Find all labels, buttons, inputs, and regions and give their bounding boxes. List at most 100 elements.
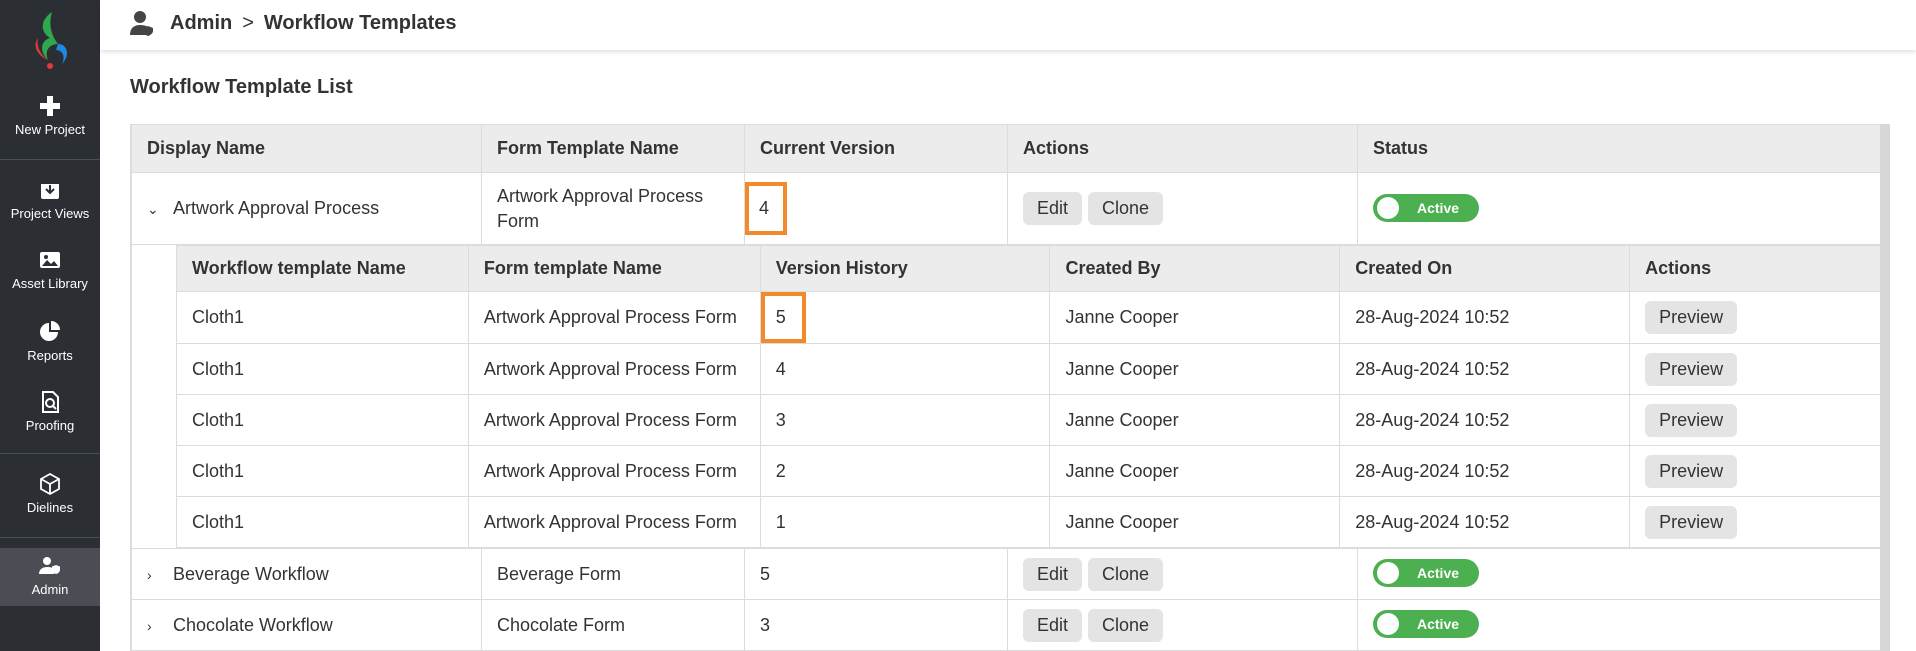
history-column-created-by[interactable]: Created By: [1049, 245, 1341, 292]
user-shield-icon: [39, 557, 60, 574]
plus-icon: [40, 96, 60, 116]
chevron-right-icon[interactable]: ›: [147, 567, 161, 583]
history-column-actions: Actions: [1629, 245, 1882, 292]
status-label: Active: [1417, 565, 1460, 581]
nav-admin[interactable]: Admin: [0, 548, 100, 606]
version-history-container: Workflow template Name Form template Nam…: [131, 244, 1882, 549]
history-form: Artwork Approval Process Form: [467, 496, 761, 548]
history-version: 3: [759, 394, 1051, 446]
edit-button[interactable]: Edit: [1023, 192, 1083, 225]
actions-cell: Edit Clone: [1007, 548, 1358, 600]
chevron-right-icon[interactable]: ›: [147, 618, 161, 634]
breadcrumb: Admin > Workflow Templates: [170, 12, 457, 35]
history-form: Artwork Approval Process Form: [467, 394, 761, 446]
column-header-display-name[interactable]: Display Name: [131, 124, 482, 173]
history-actions-cell: Preview: [1629, 445, 1882, 497]
nav-dielines[interactable]: Dielines: [0, 472, 100, 515]
nav-label: Asset Library: [12, 276, 88, 291]
clone-button[interactable]: Clone: [1088, 557, 1164, 591]
status-cell: Active: [1357, 548, 1882, 600]
vertical-scrollbar[interactable]: [1880, 124, 1890, 651]
history-form: Artwork Approval Process Form: [467, 291, 761, 344]
clone-button[interactable]: Clone: [1088, 192, 1164, 225]
chevron-down-icon[interactable]: ⌄: [147, 201, 161, 218]
column-header-form-template-name[interactable]: Form Template Name: [481, 124, 745, 173]
version-history-row: Workflow template Name Form template Nam…: [131, 244, 1882, 549]
history-column-form-template-name[interactable]: Form template Name: [467, 245, 761, 292]
nav-proofing[interactable]: Proofing: [0, 390, 100, 433]
history-version: 2: [759, 445, 1051, 497]
status-toggle[interactable]: Active: [1373, 559, 1479, 587]
workflow-template-table: Display Name Form Template Name Current …: [130, 124, 1890, 651]
edit-button[interactable]: Edit: [1023, 608, 1083, 642]
nav-divider: [0, 159, 100, 160]
status-cell: Active: [1357, 599, 1882, 651]
nav-label: Proofing: [25, 418, 75, 433]
preview-button[interactable]: Preview: [1645, 454, 1738, 488]
nav-label: Dielines: [26, 500, 74, 515]
toggle-knob: [1377, 196, 1399, 219]
history-form: Artwork Approval Process Form: [467, 343, 761, 395]
form-template-name: Beverage Form: [481, 548, 745, 600]
display-name: Chocolate Workflow: [173, 614, 333, 635]
history-created-by: Janne Cooper: [1049, 445, 1341, 497]
history-form: Artwork Approval Process Form: [467, 445, 761, 497]
preview-button[interactable]: Preview: [1645, 352, 1738, 386]
current-version-cell: 4: [744, 172, 1008, 245]
history-column-workflow-template-name[interactable]: Workflow template Name: [176, 245, 469, 292]
history-created-on: 28-Aug-2024 10:52: [1339, 343, 1631, 395]
display-name-cell: › Chocolate Workflow: [131, 599, 482, 651]
column-header-actions: Actions: [1007, 124, 1358, 173]
preview-button[interactable]: Preview: [1645, 403, 1738, 437]
breadcrumb-root[interactable]: Admin: [170, 12, 232, 34]
history-column-version-history[interactable]: Version History: [759, 245, 1051, 292]
history-created-by: Janne Cooper: [1049, 496, 1341, 548]
history-workflow: Cloth1: [176, 291, 469, 344]
history-workflow: Cloth1: [176, 343, 469, 395]
edit-button[interactable]: Edit: [1023, 557, 1083, 591]
breadcrumb-current: Workflow Templates: [263, 12, 457, 34]
history-created-on: 28-Aug-2024 10:52: [1339, 394, 1631, 446]
history-created-on: 28-Aug-2024 10:52: [1339, 291, 1631, 344]
column-header-status[interactable]: Status: [1357, 124, 1882, 173]
clone-button[interactable]: Clone: [1088, 608, 1164, 642]
history-version-highlighted: 5: [760, 292, 806, 343]
form-template-cell: Artwork Approval Process Form: [481, 172, 745, 245]
top-header: Admin > Workflow Templates: [100, 0, 1916, 50]
history-version: 4: [759, 343, 1051, 395]
toggle-knob: [1377, 562, 1399, 584]
box-icon: [40, 472, 60, 496]
preview-button[interactable]: Preview: [1645, 301, 1738, 334]
current-version: 3: [744, 599, 1008, 651]
display-name: Artwork Approval Process: [173, 198, 380, 218]
history-workflow: Cloth1: [176, 496, 469, 548]
history-row: Cloth1 Artwork Approval Process Form 1 J…: [176, 496, 1882, 548]
history-row: Cloth1 Artwork Approval Process Form 2 J…: [176, 445, 1882, 497]
nav-label: Reports: [27, 348, 73, 363]
nav-divider: [0, 537, 100, 538]
nav-label: Admin: [31, 582, 69, 597]
preview-button[interactable]: Preview: [1645, 505, 1738, 539]
nav-project-views[interactable]: Project Views: [0, 178, 100, 221]
history-version-cell: 5: [759, 291, 1051, 344]
history-created-on: 28-Aug-2024 10:52: [1339, 445, 1631, 497]
nav-asset-library[interactable]: Asset Library: [0, 248, 100, 291]
form-template-name: Artwork Approval Process Form: [497, 185, 704, 231]
actions-cell: Edit Clone: [1007, 172, 1358, 245]
column-header-current-version[interactable]: Current Version: [744, 124, 1008, 173]
status-toggle[interactable]: Active: [1373, 610, 1479, 638]
pie-chart-icon: [40, 321, 60, 341]
download-box-icon: [41, 181, 59, 199]
app-logo[interactable]: [28, 10, 72, 70]
status-label: Active: [1417, 199, 1460, 216]
nav-reports[interactable]: Reports: [0, 320, 100, 363]
history-version: 1: [759, 496, 1051, 548]
history-actions-cell: Preview: [1629, 291, 1882, 344]
page-title: Workflow Template List: [130, 76, 353, 98]
table-header-row: Display Name Form Template Name Current …: [131, 124, 1882, 173]
history-column-created-on[interactable]: Created On: [1339, 245, 1631, 292]
table-row: › Chocolate Workflow Chocolate Form 3 Edi…: [131, 599, 1882, 651]
nav-new-project[interactable]: New Project: [0, 94, 100, 137]
status-toggle[interactable]: Active: [1373, 193, 1479, 222]
history-row: Cloth1 Artwork Approval Process Form 4 J…: [176, 343, 1882, 395]
